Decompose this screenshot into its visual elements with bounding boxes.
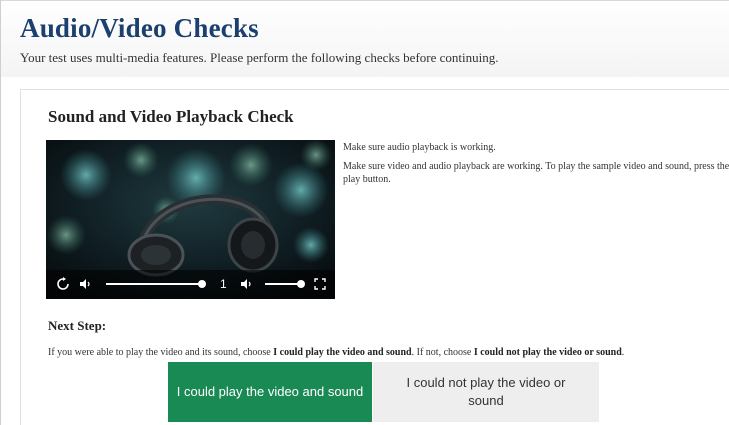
volume-icon[interactable] (78, 277, 92, 291)
volume-icon[interactable] (239, 277, 253, 291)
could-not-play-button[interactable]: I could not play the video or sound (373, 362, 599, 422)
volume-slider[interactable] (106, 283, 202, 285)
instruction-text: . If not, choose (411, 347, 474, 358)
card-title: Sound and Video Playback Check (48, 107, 294, 126)
instruction-option-yes: I could play the video and sound (273, 347, 412, 358)
video-player[interactable]: 1 (46, 140, 335, 299)
instruction-option-no: I could not play the video or sound (473, 347, 622, 358)
next-step-instructions: If you were able to play the video and i… (48, 347, 729, 358)
volume-slider-handle[interactable] (198, 280, 206, 288)
volume-slider[interactable] (265, 283, 301, 285)
page-title: Audio/Video Checks (20, 13, 259, 43)
header: Audio/Video Checks Your test uses multi-… (1, 0, 729, 77)
player-controls: 1 (46, 270, 335, 299)
next-step-heading: Next Step: (48, 318, 107, 333)
instructions: Make sure audio playback is working. Mak… (343, 141, 729, 192)
replay-icon[interactable] (56, 277, 70, 291)
page-subtitle: Your test uses multi-media features. Ple… (20, 50, 499, 65)
could-play-button[interactable]: I could play the video and sound (168, 362, 372, 422)
divider (1, 0, 729, 1)
playback-speed[interactable]: 1 (220, 277, 227, 291)
fullscreen-icon[interactable] (313, 277, 327, 291)
instruction-text: If you were able to play the video and i… (48, 347, 274, 358)
instruction-video: Make sure video and audio playback are w… (343, 161, 729, 185)
page: Audio/Video Checks Your test uses multi-… (0, 0, 729, 425)
instruction-audio: Make sure audio playback is working. (343, 142, 496, 153)
instruction-text: . (621, 347, 625, 358)
volume-slider-handle[interactable] (297, 280, 305, 288)
playback-check-card: Sound and Video Playback Check 1 Make su… (20, 89, 729, 425)
